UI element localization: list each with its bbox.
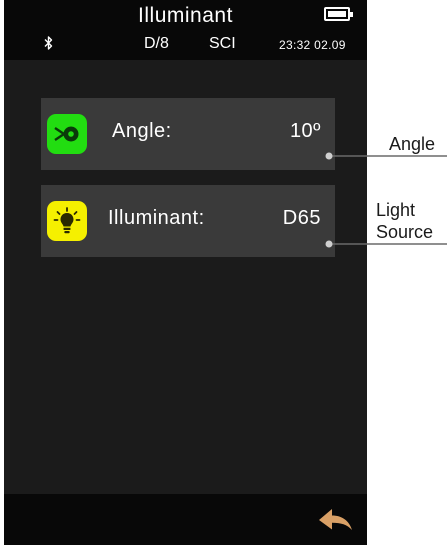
status-bar: Illuminant D/8 SCI 23:32 02.09	[4, 0, 367, 60]
device-screen: Illuminant D/8 SCI 23:32 02.09 Angle: 10…	[4, 0, 367, 545]
measurement-mode: SCI	[209, 35, 236, 52]
angle-setting-row[interactable]: Angle: 10º	[41, 98, 335, 170]
illuminant-value: D65	[282, 207, 321, 229]
measurement-geometry: D/8	[144, 35, 169, 52]
illuminant-setting-row[interactable]: Illuminant: D65	[41, 185, 335, 257]
battery-icon	[324, 7, 353, 21]
illuminant-label: Illuminant:	[108, 207, 205, 229]
page-title: Illuminant	[138, 4, 233, 27]
lightbulb-icon	[47, 201, 87, 241]
light-source-callout-line1: Light	[376, 200, 416, 220]
bluetooth-icon	[44, 36, 53, 50]
angle-callout-label: Angle	[389, 134, 436, 154]
clock: 23:32 02.09	[279, 38, 346, 52]
bottom-bar	[4, 494, 367, 545]
light-source-callout-label: Light Source	[376, 199, 433, 243]
observer-angle-icon	[47, 114, 87, 154]
angle-value: 10º	[289, 120, 321, 142]
light-source-callout-line2: Source	[376, 222, 434, 242]
back-arrow-icon[interactable]	[316, 504, 354, 534]
angle-label: Angle:	[112, 120, 172, 142]
